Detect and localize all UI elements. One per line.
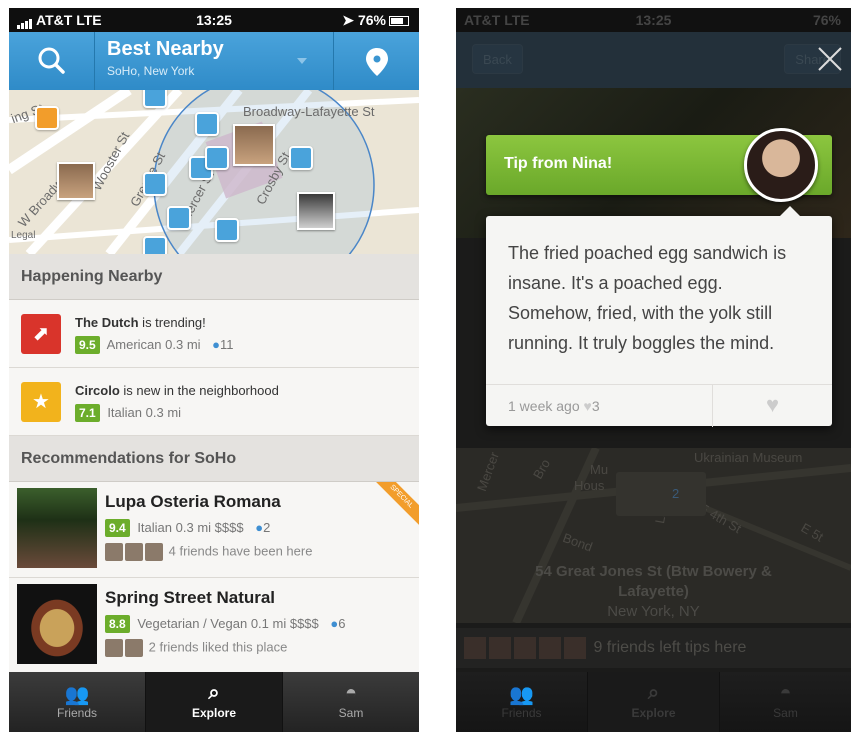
- venue-name: The Dutch: [75, 315, 139, 330]
- map-pin-icon: [366, 48, 388, 76]
- person-icon: ●: [212, 337, 221, 352]
- score-badge: 8.8: [105, 615, 130, 633]
- list-item[interactable]: ⬈ The Dutch is trending! 9.5 American 0.…: [9, 300, 419, 368]
- friend-avatar: [514, 637, 536, 659]
- map-venue-pin[interactable]: [215, 218, 239, 242]
- friend-avatar: [125, 543, 143, 561]
- map-view[interactable]: Broadway-Lafayette St Wooster St Greene …: [9, 90, 419, 254]
- map-venue-pin[interactable]: [143, 172, 167, 196]
- back-button[interactable]: Back: [472, 44, 523, 74]
- star-icon: ★: [21, 382, 61, 422]
- app-header: Best Nearby SoHo, New York: [9, 32, 419, 90]
- special-badge: SPECIAL: [367, 482, 419, 531]
- friend-avatar: [489, 637, 511, 659]
- friends-icon: 👥: [64, 684, 90, 706]
- score-badge: 7.1: [75, 404, 100, 422]
- venue-tip-screen: AT&T LTE 13:25 76% Back Share Ukrainian …: [456, 8, 851, 732]
- clock: 13:25: [635, 12, 672, 28]
- friend-avatar: [125, 639, 143, 657]
- search-icon: ⌕: [208, 682, 220, 704]
- friend-avatar[interactable]: [233, 124, 275, 166]
- venue-header: Back Share: [456, 32, 851, 88]
- friend-avatar: [564, 637, 586, 659]
- tab-explore[interactable]: ⌕ Explore: [145, 672, 283, 732]
- tab-bar: 👥 Friends ⌕ Explore ◓ Sam: [456, 672, 851, 732]
- tab-sam[interactable]: ◓ Sam: [720, 672, 851, 732]
- friend-avatar[interactable]: [57, 162, 95, 200]
- search-icon: ⌕: [647, 682, 660, 704]
- friend-avatar[interactable]: [297, 192, 335, 230]
- avatar-icon: ◓: [344, 682, 358, 704]
- map-label: Broadway-Lafayette St: [243, 104, 375, 119]
- map-venue-pin[interactable]: [143, 236, 167, 254]
- map-venue-pin[interactable]: [289, 146, 313, 170]
- status-bar: AT&T LTE 13:25 76%: [456, 8, 851, 32]
- map-label: Hous: [574, 478, 605, 493]
- location-selector[interactable]: Best Nearby SoHo, New York: [95, 32, 333, 90]
- tab-friends[interactable]: 👥 Friends: [456, 672, 587, 732]
- search-icon: [38, 47, 65, 74]
- tip-age: 1 week ago: [508, 398, 580, 414]
- happening-nearby-header: Happening Nearby: [9, 254, 419, 300]
- location-subtitle: SoHo, New York: [107, 64, 195, 78]
- person-icon: ●: [255, 520, 264, 535]
- page-title: Best Nearby: [107, 38, 224, 60]
- recommendations-header: Recommendations for SoHo: [9, 436, 419, 482]
- venue-name: Lupa Osteria Romana: [105, 492, 281, 511]
- map-venue-pin[interactable]: [205, 146, 229, 170]
- location-arrow-icon: ➤: [342, 12, 354, 28]
- map-label: Mu: [590, 462, 609, 477]
- friend-avatar: [145, 543, 163, 561]
- venue-photo: [17, 488, 97, 568]
- battery-indicator: 76%: [812, 12, 841, 28]
- tab-friends[interactable]: 👥 Friends: [9, 672, 145, 732]
- friend-avatar: [539, 637, 561, 659]
- battery-icon: [389, 16, 409, 27]
- friend-avatar: [464, 637, 486, 659]
- map-venue-pin[interactable]: [35, 106, 59, 130]
- score-badge: 9.5: [75, 336, 100, 354]
- explore-screen: AT&T LTE 13:25 ➤ 76% Best Nearby SoHo, Ne…: [9, 8, 419, 732]
- venue-name: Spring Street Natural: [105, 588, 276, 607]
- venue-photo: [17, 584, 97, 664]
- close-icon[interactable]: [815, 44, 845, 74]
- friends-tips-bar[interactable]: 9 friends left tips here: [456, 628, 851, 668]
- venue-address: 54 Great Jones St (Btw Bowery & Lafayett…: [535, 563, 772, 620]
- friend-avatar: [105, 543, 123, 561]
- map-venue-pin[interactable]: [167, 206, 191, 230]
- map-pin-button[interactable]: [333, 32, 419, 90]
- avatar-icon: ◓: [779, 682, 792, 704]
- like-button[interactable]: ♥: [712, 385, 832, 427]
- heart-icon: ♥: [583, 398, 592, 414]
- list-item[interactable]: ★ Circolo is new in the neighborhood 7.1…: [9, 368, 419, 436]
- trending-icon: ⬈: [21, 314, 61, 354]
- chevron-down-icon: [297, 58, 307, 64]
- friend-avatar: [105, 639, 123, 657]
- status-bar: AT&T LTE 13:25 ➤ 76%: [9, 8, 419, 32]
- score-badge: 9.4: [105, 519, 130, 537]
- friends-icon: 👥: [509, 684, 534, 706]
- heart-icon: ♥: [765, 392, 780, 417]
- tip-card: The fried poached egg sandwich is insane…: [486, 206, 832, 427]
- tip-author-avatar[interactable]: [744, 128, 818, 202]
- tab-bar: 👥 Friends ⌕ Explore ◓ Sam: [9, 672, 419, 732]
- tip-text: The fried poached egg sandwich is insane…: [508, 243, 787, 353]
- tab-explore[interactable]: ⌕ Explore: [587, 672, 720, 732]
- tab-sam[interactable]: ◓ Sam: [283, 672, 419, 732]
- map-label: Legal: [11, 230, 36, 241]
- venue-name: Circolo: [75, 383, 120, 398]
- map-venue-pin[interactable]: [143, 90, 167, 108]
- map-venue-pin[interactable]: [195, 112, 219, 136]
- map-label: Ukrainian Museum: [694, 450, 803, 465]
- venue-map-marker: 2: [616, 472, 706, 516]
- search-button[interactable]: [9, 32, 95, 90]
- list-item[interactable]: Spring Street Natural 8.8 Vegetarian / V…: [9, 578, 419, 674]
- tip-footer: 1 week ago ♥3 ♥: [486, 384, 832, 427]
- tip-like-count: 3: [591, 398, 600, 414]
- battery-indicator: ➤ 76%: [342, 12, 409, 29]
- list-item[interactable]: Lupa Osteria Romana 9.4 Italian 0.3 mi $…: [9, 482, 419, 578]
